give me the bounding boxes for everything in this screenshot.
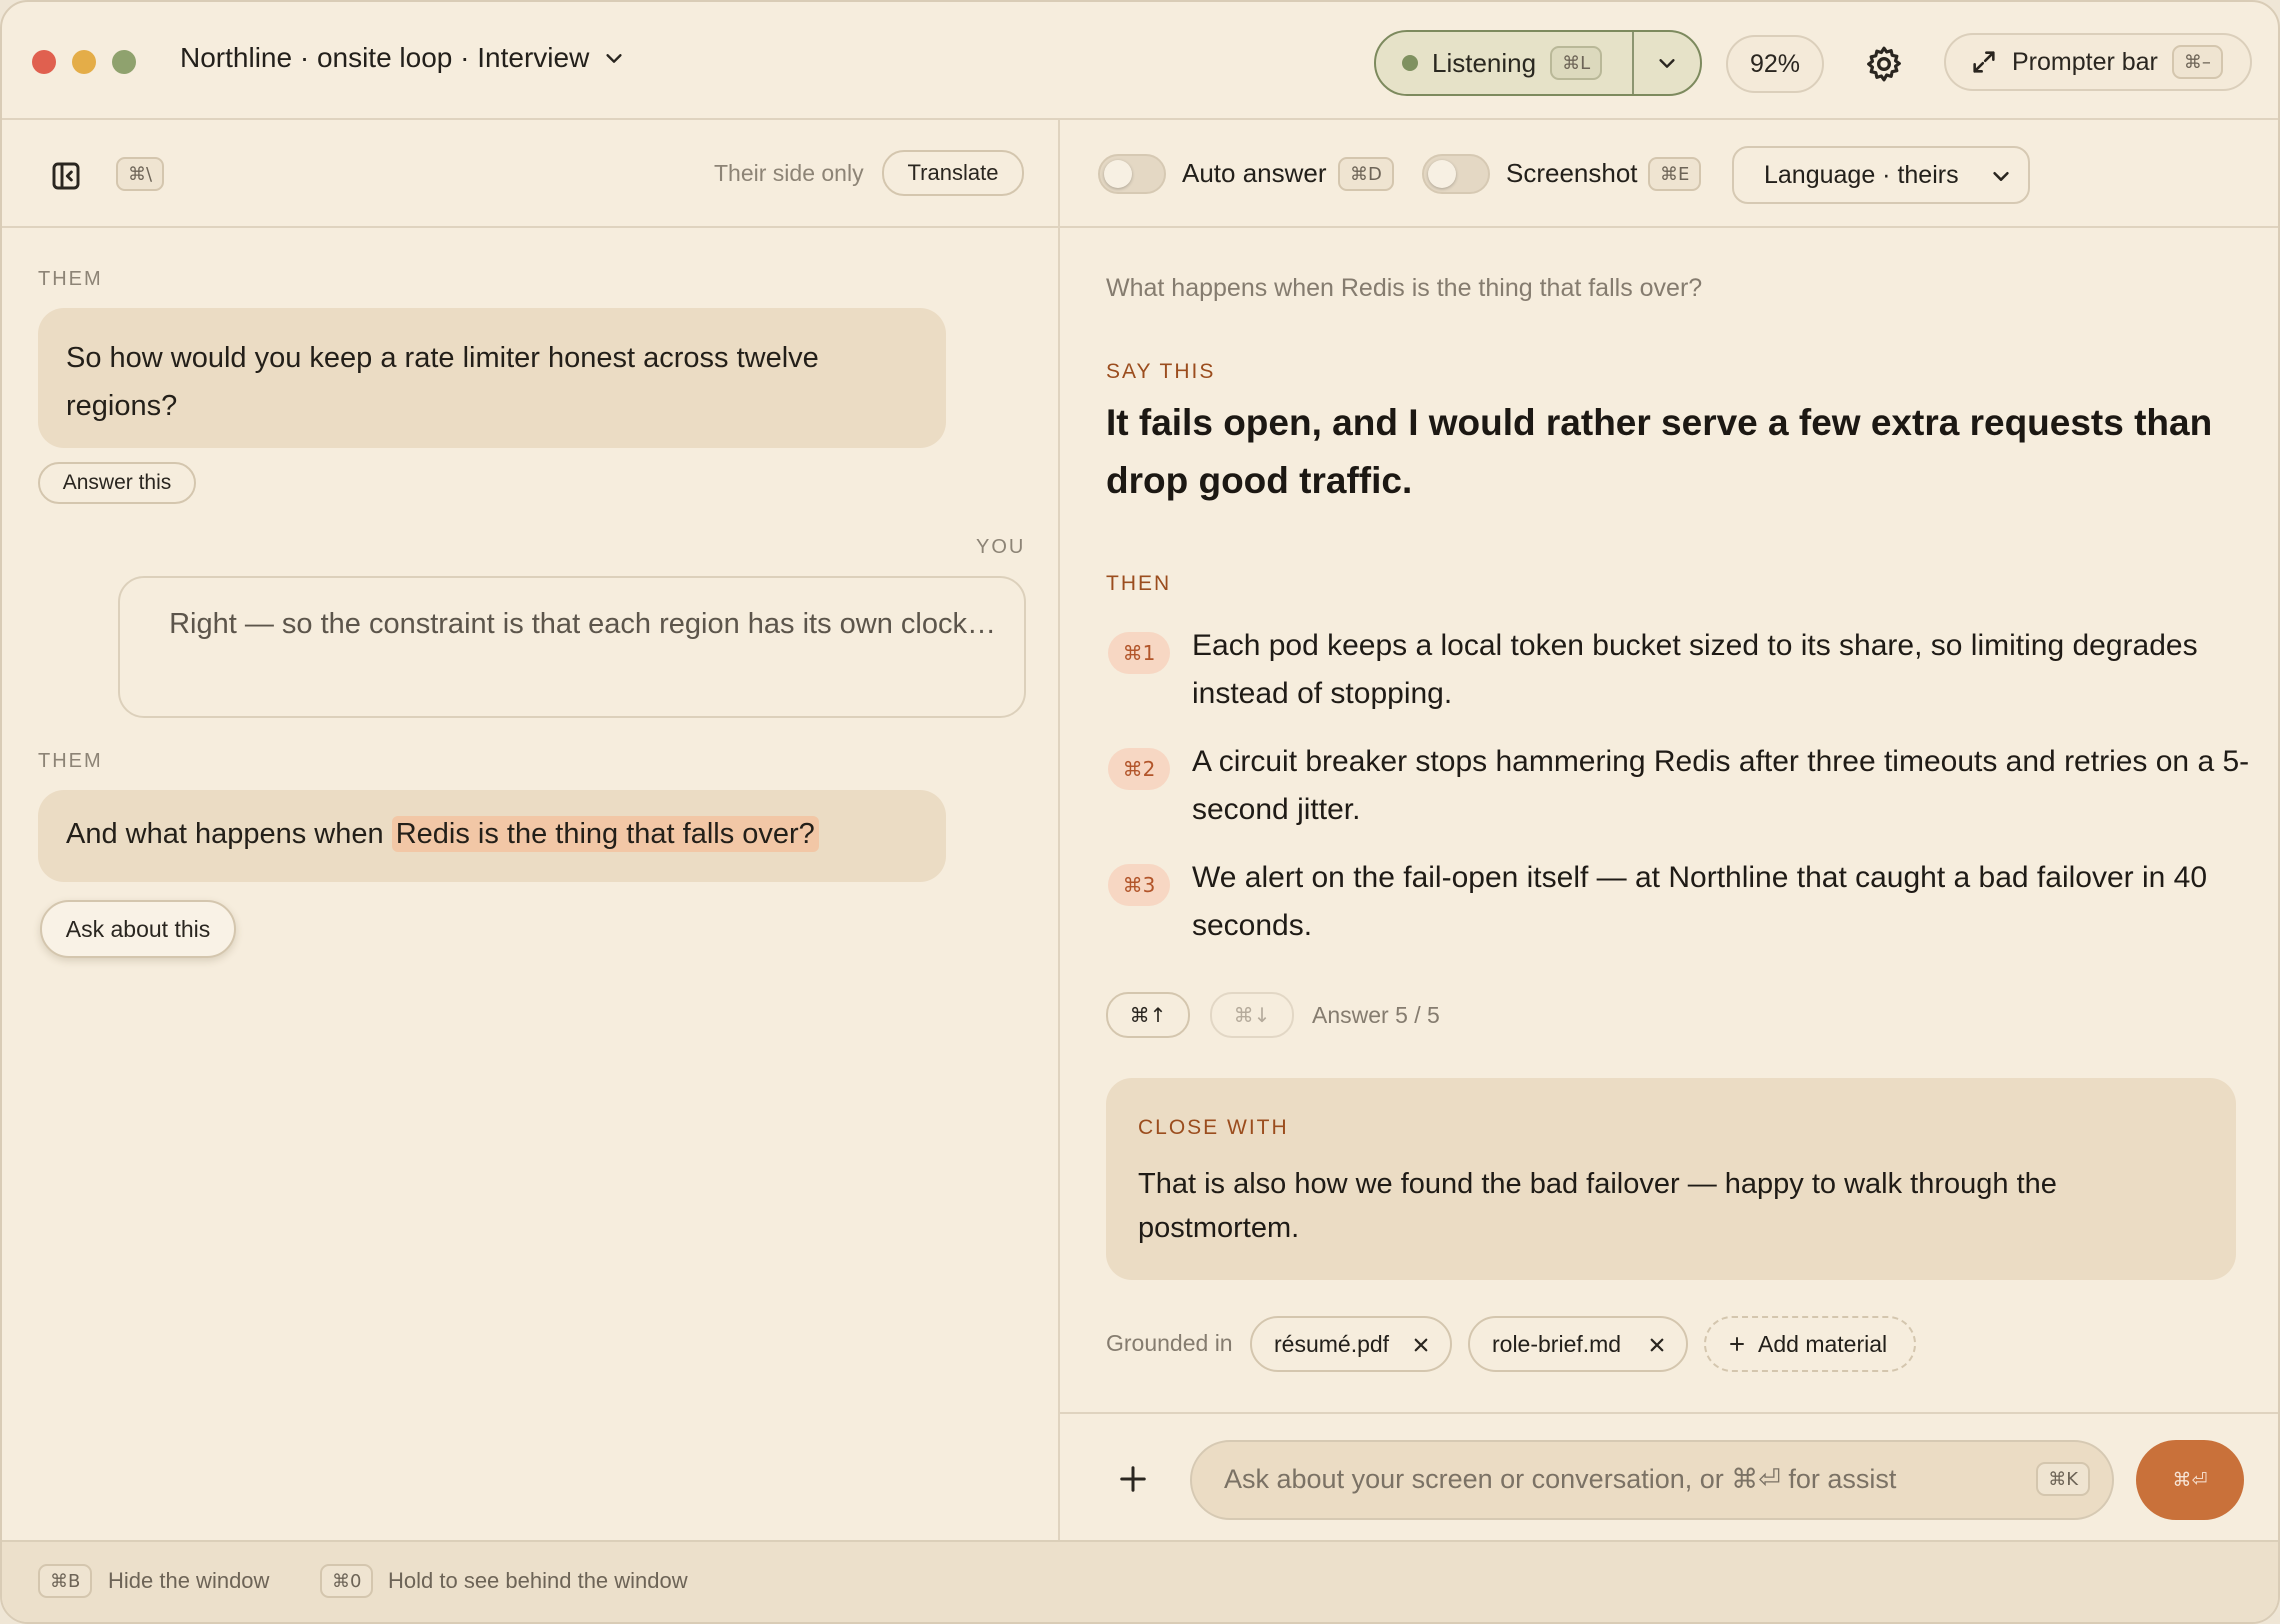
- grounding-file-chip: role-brief.md: [1468, 1316, 1688, 1372]
- answer-this-button[interactable]: Answer this: [38, 462, 196, 504]
- listening-control: Listening ⌘L: [1374, 30, 1702, 96]
- close-with-label: CLOSE WITH: [1138, 1116, 1289, 1139]
- listening-status-dot: [1402, 55, 1418, 71]
- answer-pane: Auto answer ⌘D Screenshot ⌘E Language · …: [1060, 120, 2278, 1544]
- remove-file-icon[interactable]: [1648, 1336, 1666, 1354]
- ask-about-this-button[interactable]: Ask about this: [40, 900, 236, 958]
- remove-file-icon[interactable]: [1412, 1336, 1430, 1354]
- translate-button[interactable]: Translate: [882, 150, 1024, 196]
- plus-icon: [1730, 1337, 1744, 1351]
- grounded-in-label: Grounded in: [1106, 1330, 1233, 1356]
- speaker-label: THEM: [38, 750, 103, 772]
- next-answer-button[interactable]: ⌘↓: [1210, 992, 1294, 1038]
- step-text: A circuit breaker stops hammering Redis …: [1192, 745, 2250, 826]
- step-shortcut-badge[interactable]: ⌘1: [1108, 632, 1170, 674]
- assist-input-shortcut: ⌘K: [2036, 1462, 2090, 1496]
- them-message: And what happens when Redis is the thing…: [38, 790, 946, 882]
- chevron-down-icon: [1659, 59, 1675, 68]
- chevron-down-icon: [1993, 171, 2009, 181]
- listening-button[interactable]: Listening ⌘L: [1376, 32, 1634, 94]
- previous-answer-button[interactable]: ⌘↑: [1106, 992, 1190, 1038]
- session-title: Northline · onsite loop · Interview: [180, 42, 590, 73]
- listening-shortcut: ⌘L: [1550, 46, 1603, 80]
- step-text: Each pod keeps a local token bucket size…: [1192, 629, 2198, 710]
- zoom-level-button[interactable]: 92%: [1726, 35, 1824, 93]
- file-name: résumé.pdf: [1274, 1330, 1390, 1357]
- prompter-bar-shortcut: ⌘–: [2171, 45, 2223, 79]
- step-shortcut-badge[interactable]: ⌘3: [1108, 864, 1170, 906]
- hide-window-shortcut: ⌘B: [38, 1564, 93, 1598]
- language-select-value: Language · theirs: [1764, 160, 1959, 189]
- add-material-label: Add material: [1758, 1330, 1888, 1357]
- screenshot-label: Screenshot: [1506, 158, 1638, 188]
- listening-options-button[interactable]: [1634, 52, 1700, 74]
- then-label: THEN: [1106, 572, 1172, 595]
- current-question: What happens when Redis is the thing tha…: [1106, 274, 1703, 302]
- assist-input-placeholder: Ask about your screen or conversation, o…: [1224, 1464, 1897, 1494]
- listening-label: Listening: [1432, 47, 1537, 78]
- window-controls: [32, 50, 136, 74]
- close-window-button[interactable]: [32, 50, 56, 74]
- screenshot-toggle[interactable]: [1422, 154, 1490, 194]
- hide-window-hint: Hide the window: [108, 1568, 270, 1593]
- highlighted-selection[interactable]: Redis is the thing that falls over?: [391, 816, 819, 852]
- send-button[interactable]: ⌘⏎: [2136, 1440, 2244, 1520]
- shortcut-hints-bar: ⌘B Hide the window ⌘0 Hold to see behind…: [2, 1540, 2278, 1622]
- toggle-knob: [1428, 160, 1456, 188]
- transcript-toolbar: ⌘\ Their side only Translate: [2, 120, 1058, 228]
- grounding-file-chip: résumé.pdf: [1250, 1316, 1452, 1372]
- expand-arrows-icon: [1973, 51, 1995, 73]
- screenshot-shortcut: ⌘E: [1648, 157, 1702, 191]
- close-with-text: That is also how we found the bad failov…: [1138, 1168, 2057, 1244]
- sidebar-shortcut: ⌘\: [116, 157, 165, 191]
- title-bar: Northline · onsite loop · Interview List…: [2, 2, 2278, 120]
- add-material-button[interactable]: Add material: [1704, 1316, 1916, 1372]
- say-this-label: SAY THIS: [1106, 360, 1216, 383]
- app-window: Northline · onsite loop · Interview List…: [0, 0, 2280, 1624]
- answer-counter: Answer 5 / 5: [1312, 1002, 1440, 1028]
- file-name: role-brief.md: [1492, 1330, 1622, 1357]
- auto-answer-label: Auto answer: [1182, 158, 1327, 188]
- their-side-only-label: Their side only: [714, 160, 864, 186]
- see-behind-shortcut: ⌘0: [320, 1564, 374, 1598]
- transcript-pane: ⌘\ Their side only Translate THEM So how…: [2, 120, 1060, 1544]
- settings-gear-icon[interactable]: [1864, 44, 1904, 84]
- step-text: We alert on the fail-open itself — at No…: [1192, 861, 2208, 942]
- step-shortcut-badge[interactable]: ⌘2: [1108, 748, 1170, 790]
- toggle-knob: [1104, 160, 1132, 188]
- speaker-label: THEM: [38, 268, 103, 290]
- chevron-down-icon: [606, 54, 622, 63]
- assist-input[interactable]: Ask about your screen or conversation, o…: [1190, 1440, 2114, 1520]
- sidebar-toggle-icon[interactable]: [50, 160, 82, 192]
- auto-answer-toggle[interactable]: [1098, 154, 1166, 194]
- minimize-window-button[interactable]: [72, 50, 96, 74]
- you-message: Right — so the constraint is that each r…: [118, 576, 1026, 718]
- speaker-label: YOU: [976, 536, 1026, 558]
- session-title-dropdown[interactable]: Northline · onsite loop · Interview: [180, 42, 625, 74]
- prompter-bar-label: Prompter bar: [2012, 47, 2158, 76]
- prompter-bar-button[interactable]: Prompter bar ⌘–: [1944, 33, 2252, 91]
- say-this-text: It fails open, and I would rather serve …: [1106, 402, 2213, 501]
- auto-answer-shortcut: ⌘D: [1338, 157, 1394, 191]
- language-select[interactable]: Language · theirs: [1732, 146, 2030, 204]
- them-message: So how would you keep a rate limiter hon…: [38, 308, 946, 448]
- see-behind-hint: Hold to see behind the window: [388, 1568, 688, 1593]
- answer-toolbar: Auto answer ⌘D Screenshot ⌘E Language · …: [1060, 120, 2278, 228]
- add-attachment-icon[interactable]: [1118, 1464, 1148, 1494]
- zoom-window-button[interactable]: [112, 50, 136, 74]
- close-with-card: CLOSE WITH That is also how we found the…: [1106, 1078, 2236, 1280]
- message-text: And what happens when: [66, 818, 384, 850]
- composer: Ask about your screen or conversation, o…: [1060, 1412, 2278, 1544]
